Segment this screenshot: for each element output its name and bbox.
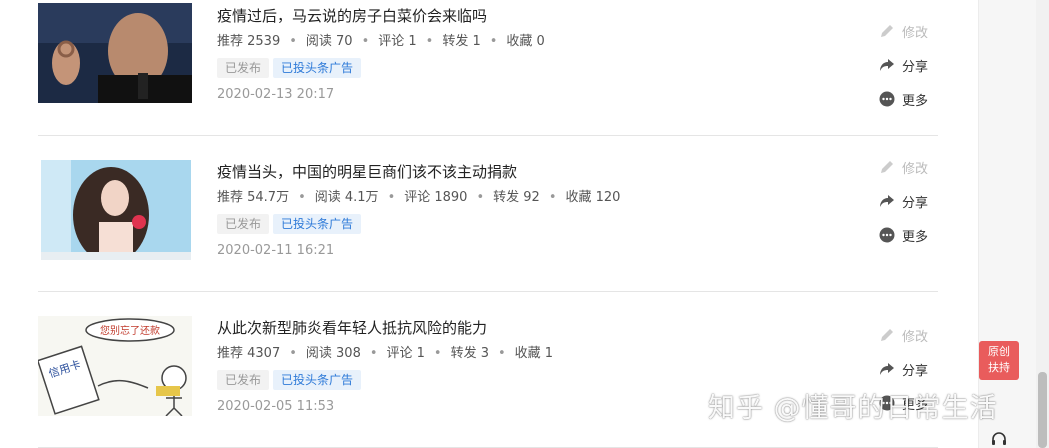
more-label: 更多 [902,229,929,245]
article-list: 疫情过后，马云说的房子白菜价会来临吗 推荐 2539 • 阅读 70 • 评论 1 • 转发… [38,0,938,448]
more-dots-icon [878,226,896,244]
article-date: 2020-02-13 20:17 [217,87,335,102]
stat-recommend: 推荐 2539 [217,34,281,49]
stat-comment: 评论 1 [386,346,425,361]
share-button[interactable]: 分享 [878,352,938,386]
article-actions: 修改 分享 更多 [878,14,938,116]
edit-label: 修改 [902,161,929,177]
article-thumbnail[interactable] [41,160,191,260]
status-badge: 已发布 [217,214,270,234]
share-label: 分享 [902,363,929,379]
stat-forward: 转发 92 [493,190,540,205]
article-stats: 推荐 4307 • 阅读 308 • 评论 1 • 转发 3 • 收藏 1 [217,346,554,361]
edit-label: 修改 [902,329,929,345]
pencil-icon [878,158,896,176]
pencil-icon [878,22,896,40]
stat-recommend: 推荐 4307 [217,346,281,361]
article-tags: 已发布 已投头条广告 [217,213,620,234]
share-arrow-icon [878,192,896,210]
share-button[interactable]: 分享 [878,48,938,82]
more-button[interactable]: 更多 [878,82,938,116]
cartoon-bubble-text: 您别忘了还款 [100,324,160,337]
watermark: 知乎 @懂哥的日常生活 [708,393,998,424]
stat-favorite: 收藏 0 [506,34,545,49]
article-info: 疫情当头，中国的明星巨商们该不该主动捐款 推荐 54.7万 • 阅读 4.1万 • 评论… [217,162,620,260]
article-stats: 推荐 2539 • 阅读 70 • 评论 1 • 转发 1 • 收藏 0 [217,34,545,49]
share-label: 分享 [902,59,929,75]
status-badge: 已发布 [217,58,270,78]
article-tags: 已发布 已投头条广告 [217,57,545,78]
share-arrow-icon [878,360,896,378]
stat-read: 阅读 4.1万 [314,190,379,205]
stat-read: 阅读 70 [305,34,353,49]
status-badge: 已发布 [217,370,270,390]
scrollbar-thumb[interactable] [1038,372,1047,448]
stat-read: 阅读 308 [305,346,361,361]
badge-line1: 原创 [988,345,1010,358]
more-button[interactable]: 更多 [878,218,938,252]
article-title[interactable]: 疫情过后，马云说的房子白菜价会来临吗 [217,6,545,26]
ad-badge: 已投头条广告 [273,58,362,78]
edit-button[interactable]: 修改 [878,318,938,352]
more-dots-icon [878,90,896,108]
ad-badge: 已投头条广告 [273,214,362,234]
stat-recommend: 推荐 54.7万 [217,190,290,205]
article-info: 从此次新型肺炎看年轻人抵抗风险的能力 推荐 4307 • 阅读 308 • 评论 1 • 转… [217,318,553,416]
article-actions: 修改 分享 更多 [878,150,938,252]
article-tags: 已发布 已投头条广告 [217,369,553,390]
share-label: 分享 [902,195,929,211]
article-item: 疫情过后，马云说的房子白菜价会来临吗 推荐 2539 • 阅读 70 • 评论 1 • 转发… [38,0,938,136]
more-label: 更多 [902,93,929,109]
article-title[interactable]: 从此次新型肺炎看年轻人抵抗风险的能力 [217,318,553,338]
stat-forward: 转发 1 [442,34,481,49]
stat-favorite: 收藏 1 [514,346,554,361]
pencil-icon [878,326,896,344]
stat-comment: 评论 1890 [404,190,468,205]
article-date: 2020-02-05 11:53 [217,399,335,414]
article-thumbnail[interactable] [38,3,192,103]
stat-comment: 评论 1 [378,34,417,49]
share-arrow-icon [878,56,896,74]
article-title[interactable]: 疫情当头，中国的明星巨商们该不该主动捐款 [217,162,620,182]
stat-forward: 转发 3 [450,346,489,361]
article-item: 疫情当头，中国的明星巨商们该不该主动捐款 推荐 54.7万 • 阅读 4.1万 • 评论… [38,136,938,292]
stat-favorite: 收藏 120 [565,190,621,205]
article-date: 2020-02-11 16:21 [217,243,335,258]
ad-badge: 已投头条广告 [273,370,362,390]
article-info: 疫情过后，马云说的房子白菜价会来临吗 推荐 2539 • 阅读 70 • 评论 1 • 转发… [217,6,545,104]
edit-button[interactable]: 修改 [878,14,938,48]
share-button[interactable]: 分享 [878,184,938,218]
edit-label: 修改 [902,25,929,41]
badge-line2: 扶持 [988,361,1010,374]
article-thumbnail[interactable]: 您别忘了还款 信用卡 [38,316,192,416]
original-support-badge[interactable]: 原创 扶持 [979,341,1019,380]
article-stats: 推荐 54.7万 • 阅读 4.1万 • 评论 1890 • 转发 92 • 收藏 120 [217,190,621,205]
edit-button[interactable]: 修改 [878,150,938,184]
headset-icon[interactable] [990,430,1008,448]
